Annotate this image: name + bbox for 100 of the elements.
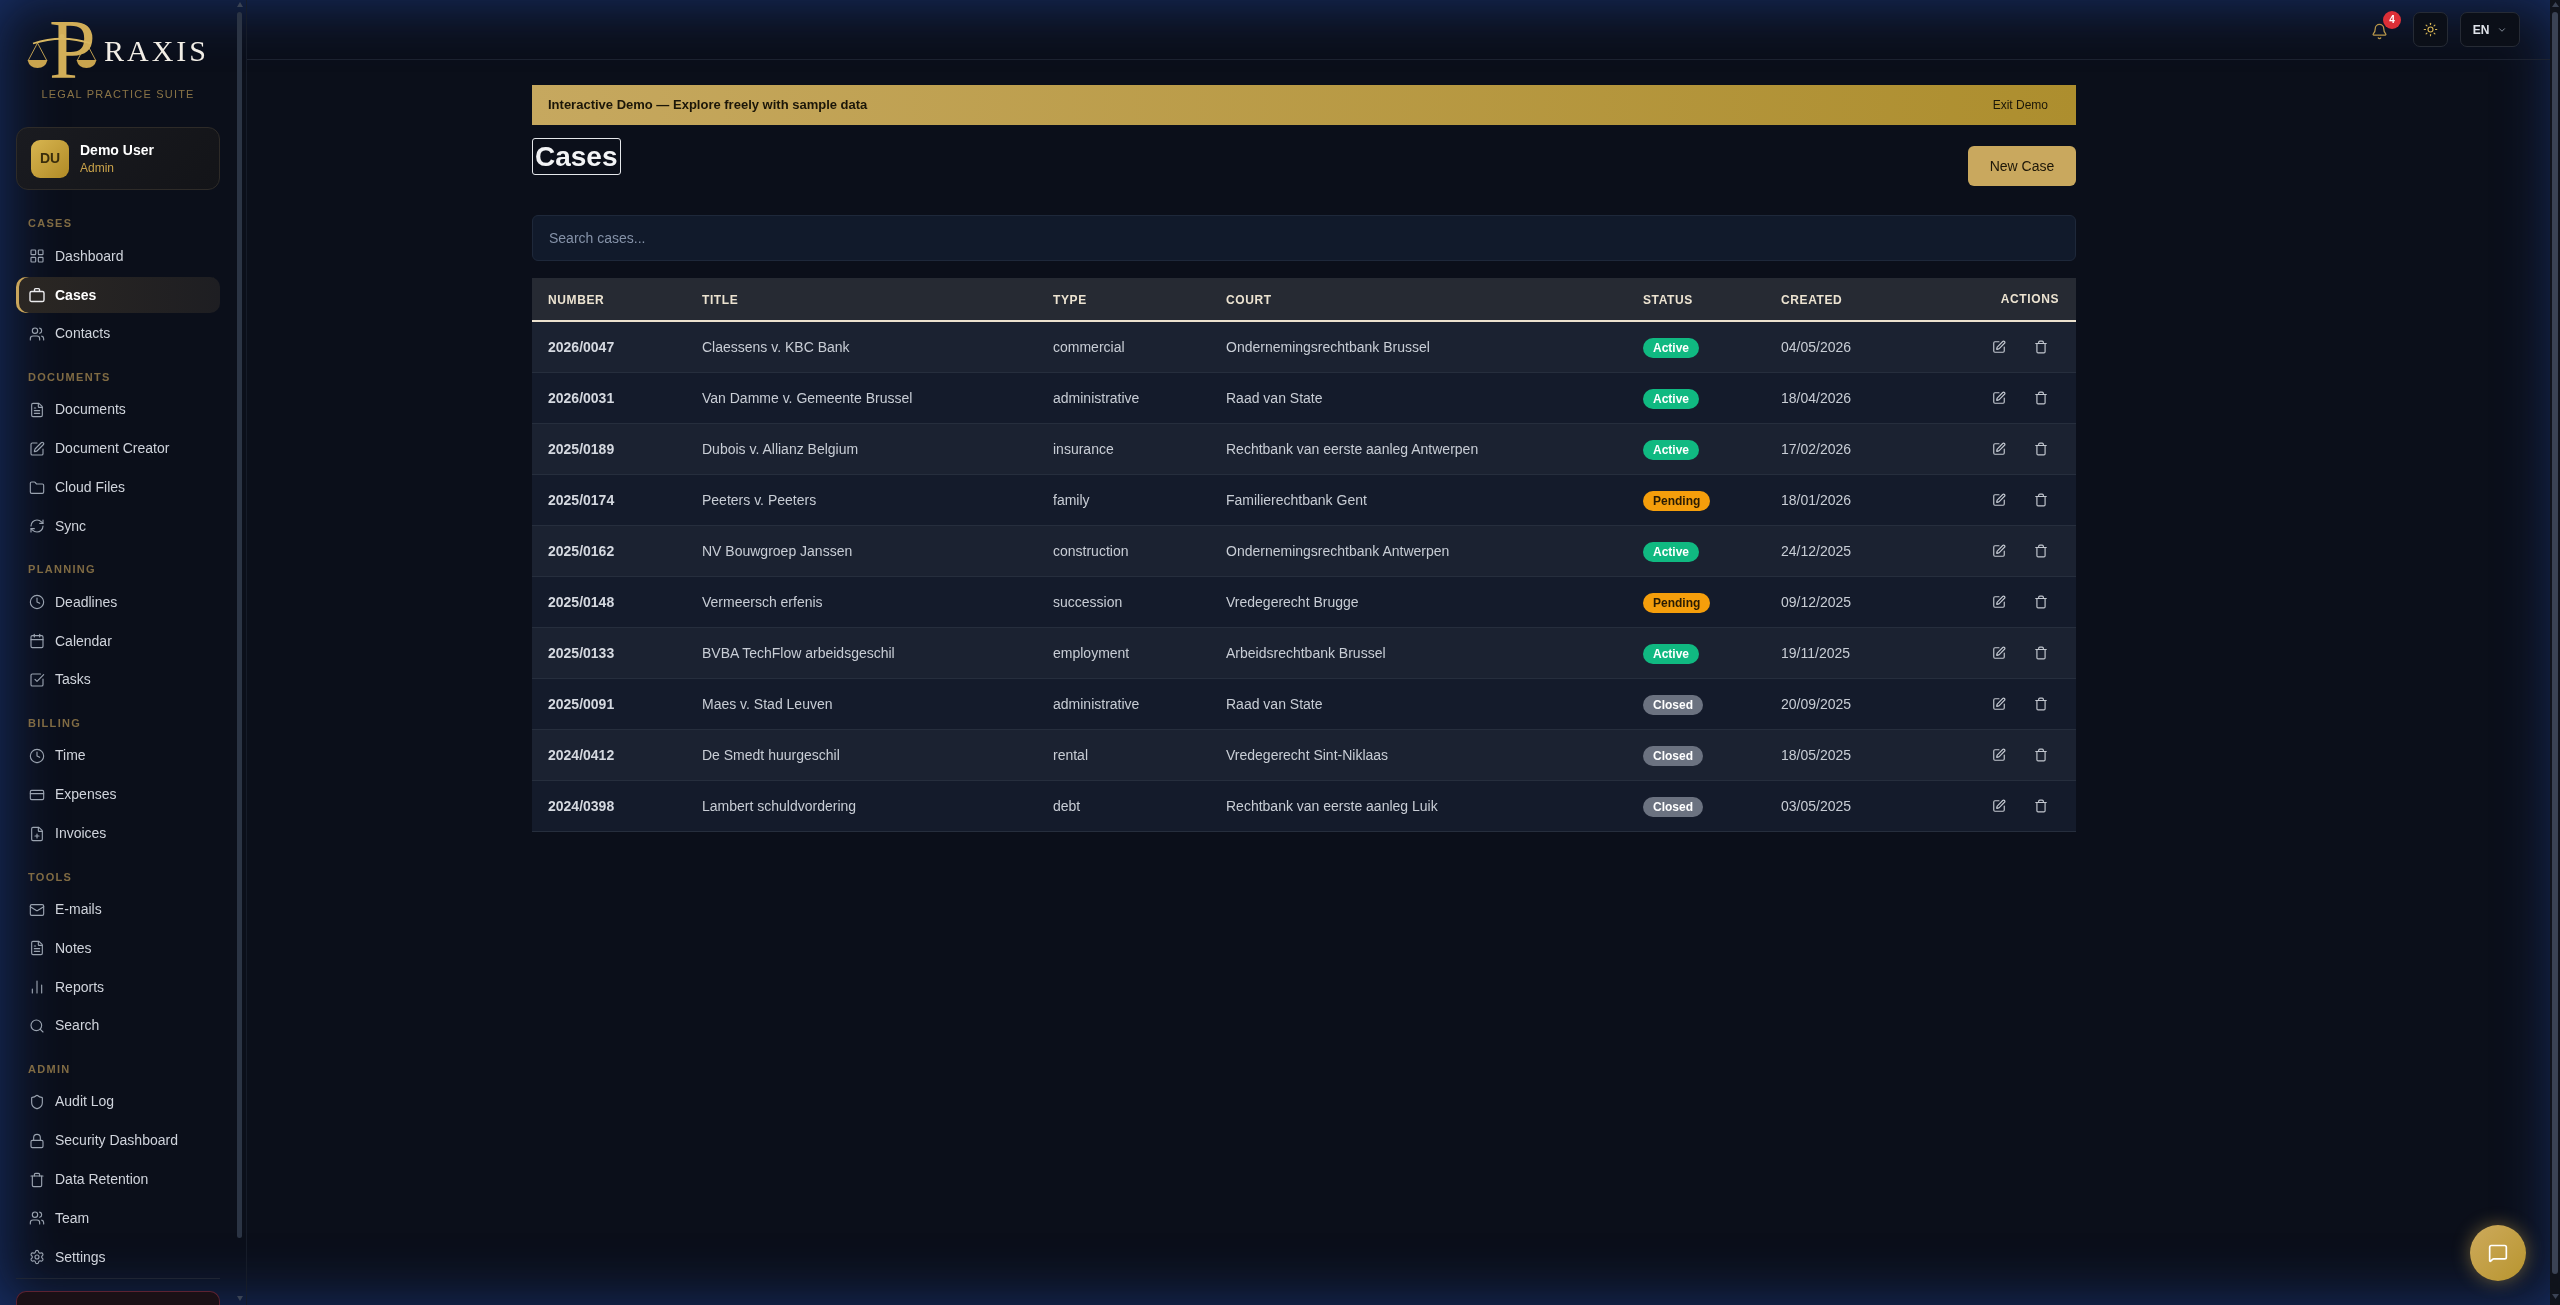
nav-link[interactable]: Cases — [16, 277, 221, 314]
table-row[interactable]: 2024/0412 De Smedt huurgeschil rental Vredegerecht Sint-Niklaas Closed 18/05/2025 — [532, 730, 2076, 781]
pencil-square-icon — [29, 440, 45, 457]
nav-link[interactable]: Team — [16, 1200, 221, 1237]
nav-link[interactable]: Documents — [16, 391, 221, 428]
edit-icon — [1992, 544, 2006, 558]
nav-link[interactable]: Time — [16, 737, 221, 774]
new-case-button[interactable]: New Case — [1968, 146, 2076, 186]
trash-icon — [2034, 595, 2048, 609]
nav-link[interactable]: Search — [16, 1007, 221, 1044]
nav-link[interactable]: Expenses — [16, 776, 221, 813]
status-badge: Active — [1643, 338, 1700, 358]
nav-link[interactable]: Tasks — [16, 661, 221, 698]
table-row[interactable]: 2025/0133 BVBA TechFlow arbeidsgeschil employment Arbeidsrechtbank Brussel Active 19/11/2025 — [532, 628, 2076, 679]
edit-icon — [1992, 697, 2006, 711]
created-date: 20/09/2025 — [1781, 696, 1852, 712]
status-badge: Active — [1643, 389, 1700, 409]
status-badge: Pending — [1643, 593, 1711, 613]
table-row[interactable]: 2025/0189 Dubois v. Allianz Belgium insurance Rechtbank van eerste aanleg Antwerpen Active 17/02/2026 — [532, 424, 2076, 475]
search-icon — [29, 1017, 45, 1034]
column-header: TYPE — [1053, 293, 1087, 307]
nav-link[interactable]: Cloud Files — [16, 469, 221, 506]
nav-link[interactable]: Contacts — [16, 315, 221, 352]
user-name: Demo User — [80, 141, 154, 159]
case-type: succession — [1053, 594, 1123, 610]
notifications-button[interactable]: 4 — [2363, 10, 2401, 49]
edit-icon — [1992, 340, 2006, 354]
shield-icon — [29, 1093, 45, 1110]
nav-link[interactable]: Sync — [16, 508, 221, 545]
exit-demo-button[interactable]: Exit Demo — [1980, 92, 2060, 118]
nav-section-heading: DOCUMENTS — [28, 369, 111, 384]
table-row[interactable]: 2024/0398 Lambert schuldvordering debt Rechtbank van eerste aanleg Luik Closed 03/05/2025 — [532, 781, 2076, 832]
case-title: Lambert schuldvordering — [702, 798, 857, 814]
scrollbar-thumb[interactable] — [2552, 12, 2558, 1274]
nav-link[interactable]: Settings — [16, 1239, 221, 1276]
court-name: Ondernemingsrechtbank Antwerpen — [1226, 543, 1450, 559]
nav-link[interactable]: Document Creator — [16, 430, 221, 467]
chat-button[interactable] — [2470, 1225, 2526, 1281]
user-card[interactable]: DU Demo User Admin — [16, 127, 221, 191]
table-row[interactable]: 2025/0148 Vermeersch erfenis succession Vredegerecht Brugge Pending 09/12/2025 — [532, 577, 2076, 628]
case-type: debt — [1053, 798, 1081, 814]
case-number: 2024/0412 — [548, 747, 615, 763]
created-date: 18/01/2026 — [1781, 492, 1852, 508]
edit-icon — [1992, 442, 2006, 456]
nav-section-heading: BILLING — [28, 715, 82, 730]
nav-link[interactable]: Invoices — [16, 815, 221, 852]
table-row[interactable]: 2025/0091 Maes v. Stad Leuven administrative Raad van State Closed 20/09/2025 — [532, 679, 2076, 730]
trash-icon — [29, 1171, 45, 1188]
banner-message: Interactive Demo — Explore freely with sample data — [548, 96, 868, 115]
nav-link[interactable]: Deadlines — [16, 584, 221, 621]
case-number: 2025/0174 — [548, 492, 615, 508]
sync-icon — [29, 518, 45, 535]
case-number: 2026/0031 — [548, 390, 615, 406]
edit-icon — [1992, 646, 2006, 660]
edit-icon — [1992, 799, 2006, 813]
status-badge: Pending — [1643, 491, 1711, 511]
status-badge: Active — [1643, 644, 1700, 664]
language-select[interactable]: EN — [2460, 12, 2520, 47]
created-date: 19/11/2025 — [1781, 645, 1851, 661]
court-name: Rechtbank van eerste aanleg Luik — [1226, 798, 1438, 814]
nav-link[interactable]: Dashboard — [16, 238, 221, 275]
calendar-icon — [29, 633, 45, 650]
created-date: 24/12/2025 — [1781, 543, 1852, 559]
column-header: ACTIONS — [2000, 291, 2059, 308]
created-date: 18/04/2026 — [1781, 390, 1852, 406]
table-row[interactable]: 2026/0031 Van Damme v. Gemeente Brussel administrative Raad van State Active 18/04/2026 — [532, 373, 2076, 424]
document-icon — [29, 401, 45, 418]
trash-icon — [2034, 442, 2048, 456]
theme-toggle-button[interactable] — [2413, 12, 2448, 47]
trash-icon — [2034, 340, 2048, 354]
nav-section-heading: CASES — [28, 216, 73, 231]
trash-icon — [2034, 799, 2048, 813]
table-row[interactable]: 2025/0174 Peeters v. Peeters family Familierechtbank Gent Pending 18/01/2026 — [532, 475, 2076, 526]
envelope-icon — [29, 901, 45, 918]
column-header: NUMBER — [548, 293, 605, 307]
nav-link[interactable]: Calendar — [16, 623, 221, 660]
case-type: employment — [1053, 645, 1130, 661]
nav-link[interactable]: Reports — [16, 969, 221, 1006]
case-title: Claessens v. KBC Bank — [702, 339, 850, 355]
status-badge: Closed — [1643, 797, 1703, 817]
folder-icon — [29, 479, 45, 496]
checkbox-icon — [29, 671, 45, 688]
nav-link[interactable]: Data Retention — [16, 1161, 221, 1198]
scrollbar-thumb[interactable] — [237, 12, 243, 1238]
bar-chart-icon — [29, 979, 45, 996]
page-title: Cases — [532, 138, 621, 175]
notification-count-badge: 4 — [2383, 10, 2401, 29]
nav-link[interactable]: Audit Log — [16, 1083, 221, 1120]
column-header: STATUS — [1643, 293, 1693, 307]
nav-link[interactable]: Notes — [16, 930, 221, 967]
search-field[interactable]: Search cases... — [532, 215, 2076, 261]
grid-icon — [29, 248, 45, 265]
case-title: Peeters v. Peeters — [702, 492, 817, 508]
table-row[interactable]: 2025/0162 NV Bouwgroep Janssen construction Ondernemingsrechtbank Antwerpen Active 24/12/2025 — [532, 526, 2076, 577]
edit-icon — [1992, 493, 2006, 507]
nav-link[interactable]: E-mails — [16, 891, 221, 928]
clock-icon — [29, 747, 45, 764]
nav-link[interactable]: Security Dashboard — [16, 1122, 221, 1159]
table-row[interactable]: 2026/0047 Claessens v. KBC Bank commercial Ondernemingsrechtbank Brussel Active 04/05/2026 — [532, 322, 2076, 373]
created-date: 04/05/2026 — [1781, 339, 1852, 355]
